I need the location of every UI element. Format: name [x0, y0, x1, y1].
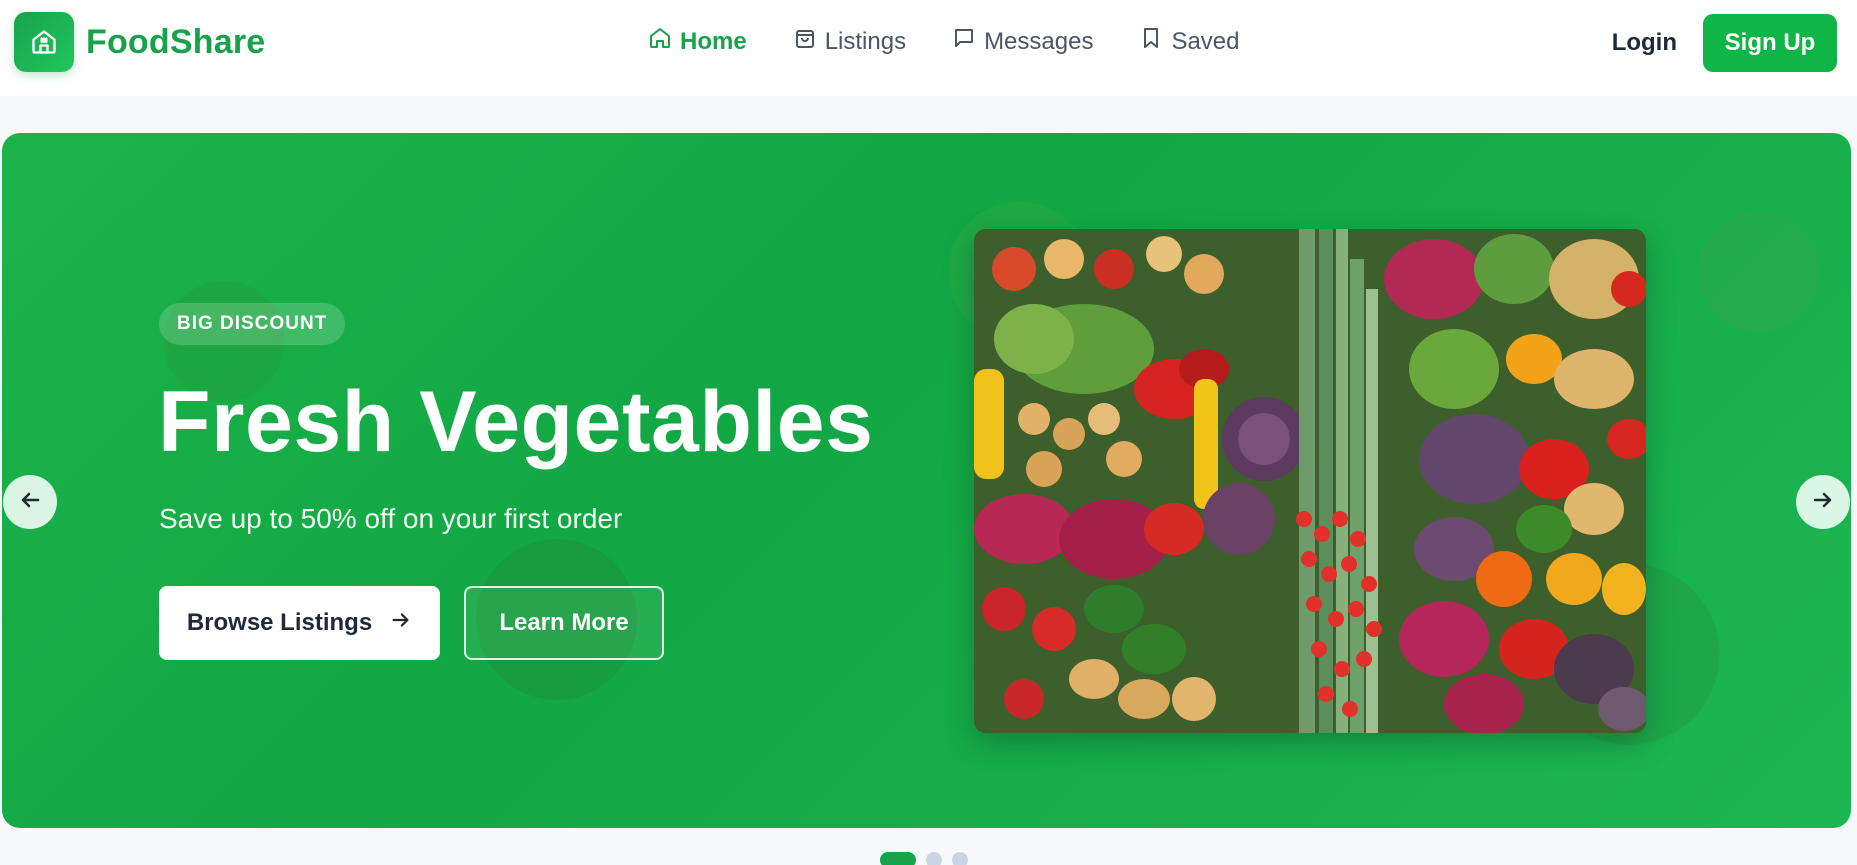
arrow-right-icon: [390, 609, 412, 638]
nav-home-label: Home: [680, 27, 747, 55]
nav-messages[interactable]: Messages: [952, 26, 1093, 57]
browse-listings-button[interactable]: Browse Listings: [159, 586, 440, 660]
hero-title: Fresh Vegetables: [158, 374, 874, 470]
home-icon: [648, 26, 672, 57]
carousel-dot-3[interactable]: [952, 852, 968, 865]
carousel-next-button[interactable]: [1796, 475, 1850, 529]
brand-logo-link[interactable]: FoodShare: [14, 12, 265, 72]
nav-home[interactable]: Home: [648, 26, 747, 57]
top-navbar: FoodShare Home Listings Messages Saved L…: [0, 0, 1857, 96]
nav-saved[interactable]: Saved: [1139, 26, 1240, 57]
nav-messages-label: Messages: [984, 27, 1094, 55]
arrow-right-icon: [1811, 488, 1835, 517]
browse-listings-label: Browse Listings: [186, 609, 373, 636]
learn-more-button[interactable]: Learn More: [464, 586, 664, 660]
signup-button[interactable]: Sign Up: [1703, 14, 1837, 72]
storefront-icon: [14, 12, 74, 72]
discount-badge: BIG DISCOUNT: [159, 303, 346, 345]
carousel-dot-1[interactable]: [880, 852, 916, 865]
nav-listings-label: Listings: [824, 27, 907, 55]
brand-name: FoodShare: [86, 22, 266, 61]
vegetables-photo: [974, 229, 1646, 733]
carousel-indicators: [880, 852, 968, 865]
main-nav: Home Listings Messages Saved: [648, 26, 1240, 57]
bookmark-icon: [1139, 26, 1163, 57]
arrow-left-icon: [18, 488, 42, 517]
carousel-prev-button[interactable]: [3, 475, 57, 529]
hero-subtitle: Save up to 50% off on your first order: [159, 503, 623, 534]
hero-banner: BIG DISCOUNT Fresh Vegetables Save up to…: [2, 133, 1851, 828]
chat-icon: [952, 26, 976, 57]
login-button[interactable]: Login: [1612, 29, 1677, 57]
nav-saved-label: Saved: [1171, 27, 1240, 55]
shopping-bag-icon: [793, 26, 817, 57]
auth-actions: Login Sign Up: [1612, 14, 1837, 72]
nav-listings[interactable]: Listings: [793, 26, 906, 57]
carousel-dot-2[interactable]: [926, 852, 942, 865]
